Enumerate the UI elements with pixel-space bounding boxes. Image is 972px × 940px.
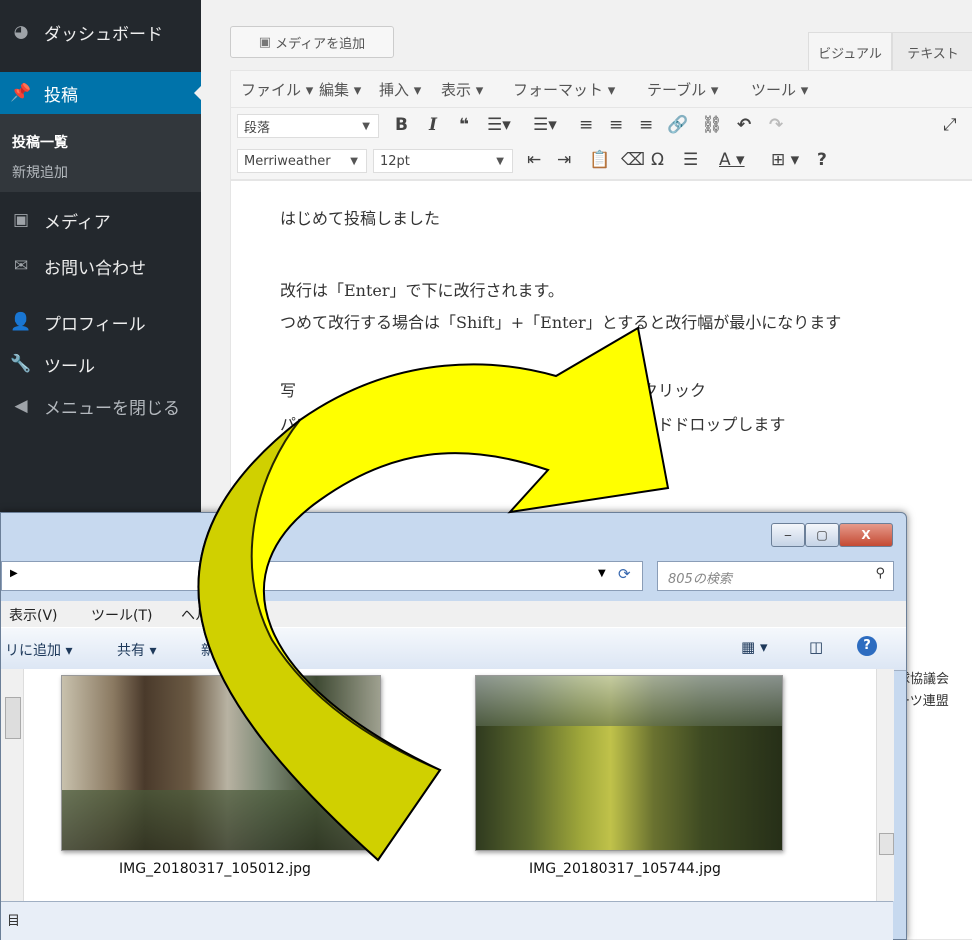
- drag-arrow-icon: [197, 326, 670, 862]
